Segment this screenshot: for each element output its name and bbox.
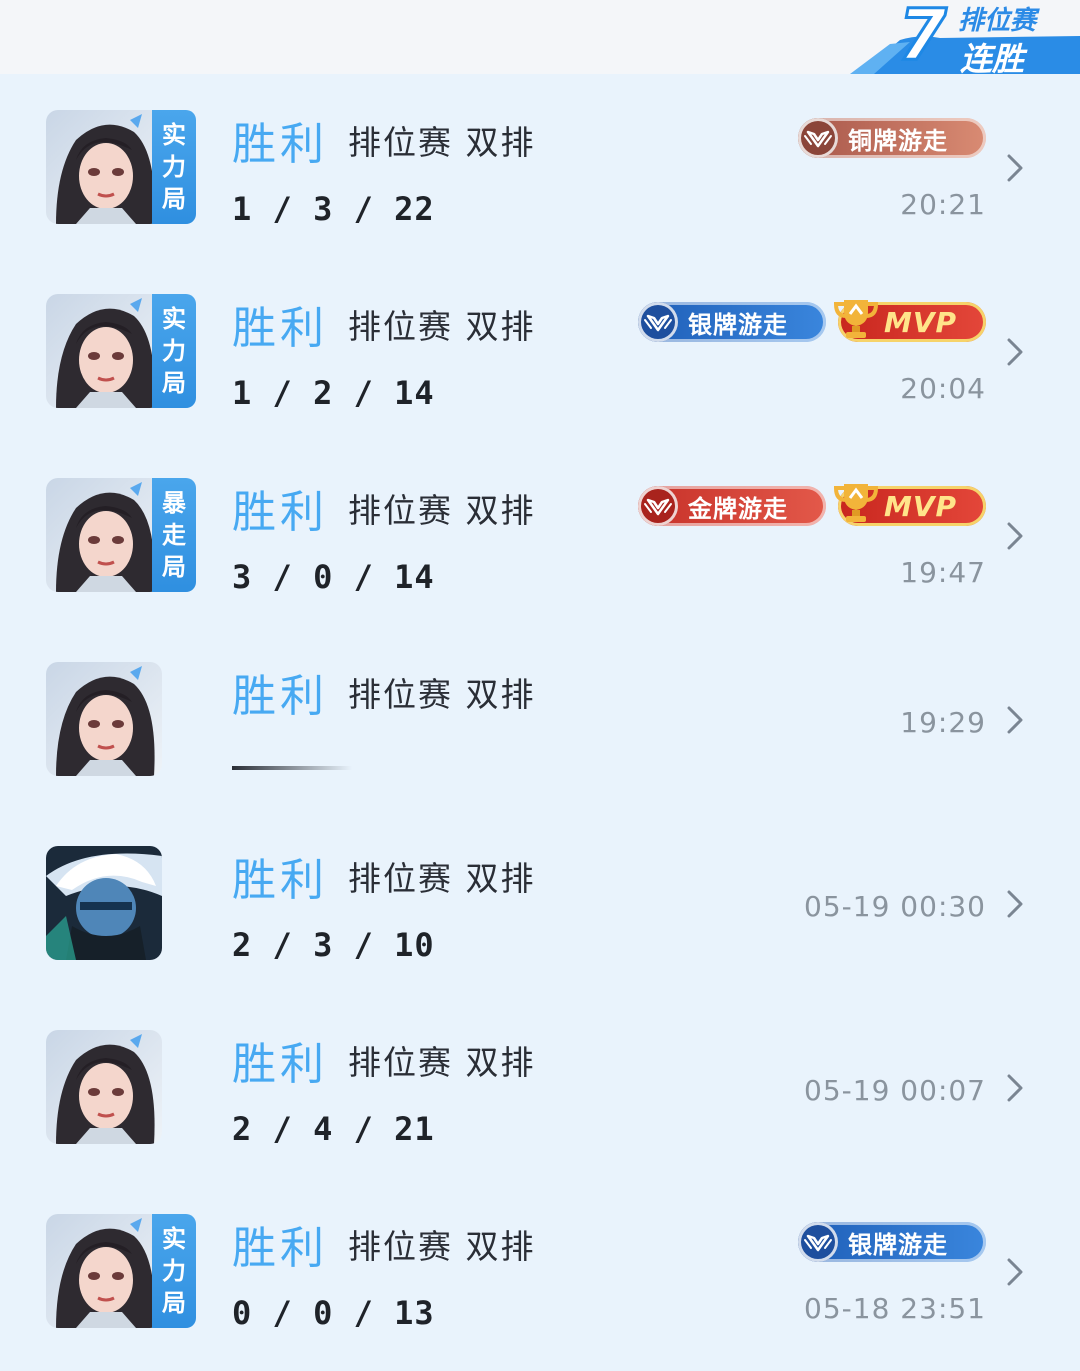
match-mode: 排位赛 双排 [348,123,536,162]
match-row[interactable]: 胜利 排位赛 双排 2 / 3 / 10 05-19 00:30 [0,810,1080,994]
match-type-tag-char: 实 [162,305,186,333]
mvp-badge: MVP [833,484,986,526]
chevron-right-icon[interactable] [1004,1072,1026,1104]
match-type-tag: 实力局 [152,294,196,408]
chevron-right-icon[interactable] [1004,336,1026,368]
chevron-right-icon[interactable] [1004,520,1026,552]
match-type-tag: 暴走局 [152,478,196,592]
match-history-list: 实力局胜利 排位赛 双排 1 / 3 / 22 铜牌游走 20:21 实力局胜利 排位赛 双… [0,74,1080,1362]
match-time: 20:21 [900,188,986,221]
match-row[interactable]: 暴走局胜利 排位赛 双排 3 / 0 / 14 MVP 金牌游走 19:47 [0,442,1080,626]
wing-medal-icon [798,118,838,158]
match-time: 05-18 23:51 [804,1292,986,1325]
match-row[interactable]: 胜利 排位赛 双排 2 / 4 / 21 05-19 00:07 [0,994,1080,1178]
hero-avatar [46,110,162,224]
match-kda: 1 / 2 / 14 [232,374,435,412]
hero-avatar [46,1030,162,1144]
match-type-tag-char: 力 [162,153,186,181]
hero-avatar [46,662,162,776]
match-type-tag: 实力局 [152,110,196,224]
match-mode: 排位赛 双排 [348,307,536,346]
match-time: 05-19 00:30 [804,890,986,923]
match-mode: 排位赛 双排 [348,675,536,714]
match-mode: 排位赛 双排 [348,859,536,898]
match-type-tag: 实力局 [152,1214,196,1328]
match-result: 胜利 [232,1039,328,1090]
streak-count: 7 [897,0,949,78]
match-time: 05-19 00:07 [804,1074,986,1107]
match-type-tag-char: 暴 [162,489,186,517]
match-row[interactable]: 实力局胜利 排位赛 双排 1 / 3 / 22 铜牌游走 20:21 [0,74,1080,258]
match-kda: 1 / 3 / 22 [232,190,435,228]
match-row[interactable]: 实力局胜利 排位赛 双排 0 / 0 / 13 银牌游走 05-18 23:51 [0,1178,1080,1362]
match-type-tag-char: 局 [162,1289,186,1317]
match-result: 胜利 [232,1223,328,1274]
medal-badge: 银牌游走 [798,1222,986,1262]
streak-mode: 排位赛 [958,6,1037,36]
wing-medal-icon [638,302,678,342]
mvp-badge: MVP [833,300,986,342]
chevron-right-icon[interactable] [1004,704,1026,736]
match-kda: 0 / 0 / 13 [232,1294,435,1332]
match-kda: 3 / 0 / 14 [232,558,435,596]
match-mode: 排位赛 双排 [348,1227,536,1266]
match-time: 20:04 [900,372,986,405]
match-type-tag-char: 局 [162,369,186,397]
badge-label: 铜牌游走 [848,126,948,155]
match-type-tag-char: 走 [162,521,186,549]
hero-avatar [46,846,162,960]
match-mode: 排位赛 双排 [348,1043,536,1082]
match-type-tag-char: 力 [162,337,186,365]
trophy-icon [832,478,880,526]
match-time: 19:47 [900,556,986,589]
wing-medal-icon [798,1222,838,1262]
hero-avatar [46,1214,162,1328]
badge-label: 银牌游走 [688,310,788,339]
match-type-tag-char: 实 [162,1225,186,1253]
match-result: 胜利 [232,855,328,906]
win-streak-banner: 7 排位赛 连胜 [840,0,1080,78]
match-result: 胜利 [232,487,328,538]
match-type-tag-char: 局 [162,553,186,581]
wing-medal-icon [638,486,678,526]
match-result: 胜利 [232,119,328,170]
badge-label: 银牌游走 [848,1230,948,1259]
hero-avatar [46,478,162,592]
trophy-icon [832,294,880,342]
chevron-right-icon[interactable] [1004,152,1026,184]
badge-label: MVP [884,305,958,339]
match-row[interactable]: 胜利 排位赛 双排 19:29 [0,626,1080,810]
medal-badge: 银牌游走 [638,302,826,342]
badge-label: MVP [884,489,958,523]
kda-placeholder [232,766,352,770]
chevron-right-icon[interactable] [1004,888,1026,920]
hero-avatar [46,294,162,408]
match-kda: 2 / 3 / 10 [232,926,435,964]
badge-label: 金牌游走 [688,494,788,523]
chevron-right-icon[interactable] [1004,1256,1026,1288]
match-mode: 排位赛 双排 [348,491,536,530]
match-type-tag-char: 局 [162,185,186,213]
match-result: 胜利 [232,303,328,354]
match-row[interactable]: 实力局胜利 排位赛 双排 1 / 2 / 14 MVP 银牌游走 20:04 [0,258,1080,442]
match-kda: 2 / 4 / 21 [232,1110,435,1148]
medal-badge: 铜牌游走 [798,118,986,158]
match-type-tag-char: 实 [162,121,186,149]
match-type-tag-char: 力 [162,1257,186,1285]
match-result: 胜利 [232,671,328,722]
match-time: 19:29 [900,706,986,739]
medal-badge: 金牌游走 [638,486,826,526]
